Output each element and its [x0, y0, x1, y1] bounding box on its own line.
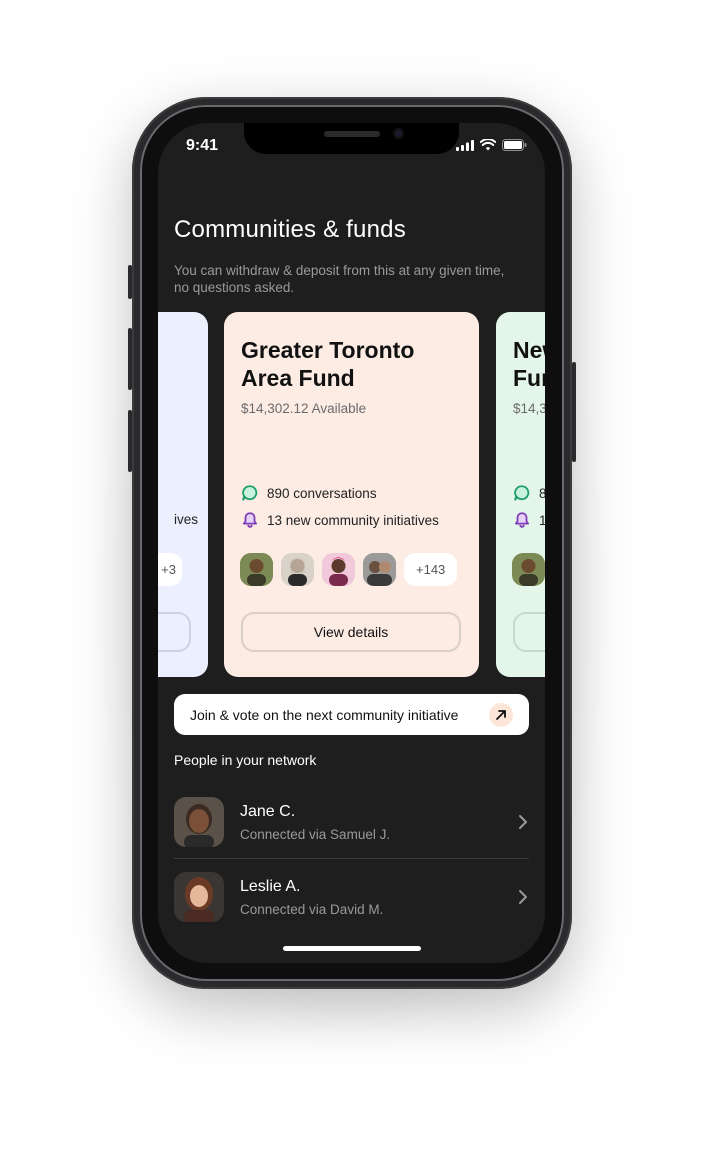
person-info: Leslie A. Connected via David M. [240, 878, 517, 917]
chevron-right-icon [519, 890, 527, 904]
more-members-badge[interactable]: +143 [404, 553, 458, 586]
join-initiative-banner[interactable]: Join & vote on the next community initia… [174, 694, 529, 735]
view-details-partial-button[interactable] [513, 612, 545, 652]
more-members-partial-label: +3 [161, 562, 176, 577]
bell-icon [242, 512, 258, 528]
speaker [324, 131, 380, 137]
avatar [174, 872, 224, 922]
status-time: 9:41 [186, 137, 219, 154]
initiatives-partial-label: 1 [539, 512, 545, 528]
volume-up-button [128, 328, 132, 390]
more-members-partial: +3 [158, 553, 182, 586]
member-avatar [240, 553, 273, 586]
fund-card-greater-toronto[interactable]: Greater Toronto Area Fund $14,302.12 Ava… [224, 312, 479, 677]
person-row[interactable]: Leslie A. Connected via David M. [174, 871, 529, 923]
avatar [174, 797, 224, 847]
member-avatar [512, 553, 545, 586]
conversations-label: 890 conversations [267, 485, 377, 501]
chevron-right-icon [519, 815, 527, 829]
power-button [572, 362, 576, 462]
fund-title: Greater Toronto Area Fund [241, 337, 415, 391]
signal-icon [456, 139, 474, 151]
fund-title-partial: New Fun [513, 336, 545, 392]
page-title: Communities & funds [174, 216, 406, 243]
person-name: Leslie A. [240, 877, 301, 895]
person-connection: Connected via Samuel J. [240, 826, 391, 842]
home-indicator[interactable] [283, 946, 421, 951]
app-screen: 9:41 Communities & funds You can withdra… [158, 123, 545, 963]
status-icons [456, 139, 527, 151]
view-details-partial-button[interactable] [158, 612, 191, 652]
person-info: Jane C. Connected via Samuel J. [240, 803, 517, 842]
network-heading: People in your network [174, 752, 317, 768]
member-avatar [363, 553, 396, 586]
list-divider [174, 858, 529, 859]
notch [244, 123, 459, 154]
wifi-icon [480, 139, 496, 151]
volume-down-button [128, 410, 132, 472]
initiatives-label: 13 new community initiatives [267, 512, 439, 528]
initiatives-stat: 13 new community initiatives [241, 511, 439, 529]
view-details-button[interactable]: View details [241, 612, 461, 652]
fund-available-partial: $14,3 [513, 401, 545, 416]
front-camera [393, 128, 404, 139]
join-initiative-label: Join & vote on the next community initia… [190, 706, 459, 723]
member-avatar [281, 553, 314, 586]
initiatives-stat-partial: 1 [513, 511, 545, 529]
fund-card-right[interactable]: New Fun $14,3 8 1 [496, 312, 545, 677]
member-avatar [322, 553, 355, 586]
person-connection: Connected via David M. [240, 901, 384, 917]
conversations-stat: 890 conversations [241, 484, 377, 502]
arrow-up-right-icon [489, 702, 513, 727]
member-avatars: +143 [240, 553, 458, 586]
fund-available: $14,302.12 Available [241, 401, 367, 416]
initiatives-partial: ives [174, 512, 199, 527]
battery-icon [502, 139, 527, 151]
conversations-stat-partial: 8 [513, 484, 545, 502]
page-subtitle: You can withdraw & deposit from this at … [174, 263, 505, 295]
conversations-partial-label: 8 [539, 485, 545, 501]
person-row[interactable]: Jane C. Connected via Samuel J. [174, 796, 529, 848]
mute-switch [128, 265, 132, 299]
bell-icon [514, 512, 530, 528]
person-name: Jane C. [240, 802, 296, 820]
chat-bubble-icon [242, 485, 258, 501]
fund-card-left[interactable]: ives +3 [158, 312, 208, 677]
chat-bubble-icon [514, 485, 530, 501]
fund-title-partial-text: New Fun [513, 337, 545, 391]
